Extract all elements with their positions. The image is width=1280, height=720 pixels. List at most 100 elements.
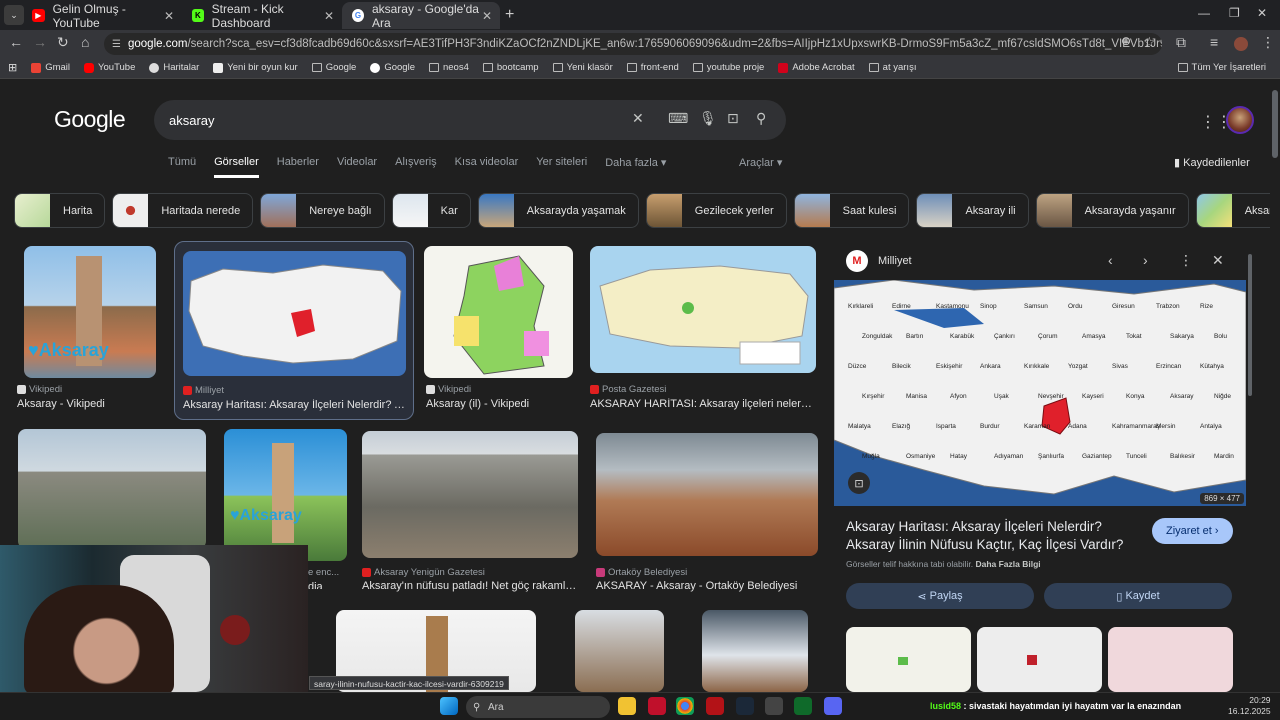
related-image[interactable] (977, 627, 1102, 692)
bookmark-folder-new[interactable]: Yeni klasör (552, 62, 613, 73)
bookmark-acrobat[interactable]: Adobe Acrobat (778, 62, 855, 73)
previous-icon[interactable]: ‹ (1108, 252, 1113, 268)
bookmark-maps[interactable]: Haritalar (149, 62, 199, 73)
taskbar-search[interactable]: ⚲ Ara (466, 696, 610, 718)
back-icon[interactable]: ← (9, 34, 23, 50)
bookmark-youtube[interactable]: YouTube (84, 62, 135, 73)
account-avatar[interactable] (1226, 106, 1254, 134)
steam-icon[interactable] (736, 697, 754, 715)
image-result[interactable]: Aksaray Yenigün Gazetesi Aksaray'ın nüfu… (362, 431, 578, 596)
panel-scrollbar[interactable] (1248, 254, 1252, 396)
bookmark-folder-google[interactable]: Google (311, 62, 356, 73)
address-bar[interactable]: ☰ google.com/search?sca_esv=cf3d8fcadb69… (104, 33, 1162, 55)
image-result[interactable] (702, 610, 808, 692)
result-title[interactable]: dia (308, 581, 346, 589)
media-icon[interactable]: ≡ (1210, 34, 1218, 50)
microphone-icon[interactable]: 🎙 (699, 110, 717, 127)
windows-start-icon[interactable] (440, 697, 458, 715)
image-result[interactable]: ♥Aksaray Vikipedi Aksaray - Vikipedi (17, 246, 162, 412)
bookmark-folder-neos4[interactable]: neos4 (428, 62, 469, 73)
more-options-icon[interactable]: ⋮ (1179, 252, 1193, 269)
bookmark-folder-frontend[interactable]: front-end (626, 62, 679, 73)
bookmark-star-icon[interactable]: ☆ (1143, 34, 1156, 51)
acrobat-icon[interactable] (648, 697, 666, 715)
new-tab-icon[interactable]: + (505, 6, 514, 24)
result-title[interactable]: Aksaray Haritası: Aksaray İlçeleri Neler… (183, 399, 407, 411)
search-input[interactable]: aksaray ✕ ⌨ 🎙 ⊡ ⚲ (154, 100, 786, 140)
saved-button[interactable]: ▮ Kaydedilenler (1174, 156, 1250, 169)
tab-places[interactable]: Yer siteleri (536, 156, 587, 176)
tab-news[interactable]: Haberler (277, 156, 319, 176)
close-window-icon[interactable]: ✕ (1257, 6, 1267, 20)
page-scrollbar[interactable] (1272, 90, 1278, 158)
next-icon[interactable]: › (1143, 252, 1148, 268)
restore-icon[interactable]: ❐ (1229, 6, 1240, 20)
tab-images[interactable]: Görseller (214, 156, 259, 178)
obs-icon[interactable] (765, 697, 783, 715)
result-title[interactable]: Aksaray'ın nüfusu patladı! Net göç rakam… (362, 580, 578, 592)
menu-icon[interactable]: ⋮ (1261, 34, 1275, 51)
zoom-icon[interactable]: ⊕ (1121, 34, 1131, 48)
extensions-icon[interactable]: ⧉ (1176, 34, 1186, 51)
tab-youtube[interactable]: ▶ Gelin Olmuş - YouTube ✕ (22, 2, 182, 30)
bookmark-google[interactable]: Google (370, 62, 415, 73)
result-title[interactable]: Aksaray (il) - Vikipedi (426, 398, 576, 410)
result-title[interactable]: AKSARAY HARİTASI: Aksaray ilçeleri neler… (590, 398, 816, 410)
related-image[interactable] (1108, 627, 1233, 692)
forward-icon[interactable]: → (33, 34, 47, 50)
site-info-icon[interactable]: ☰ (112, 39, 121, 50)
result-title[interactable]: Aksaray - Vikipedi (17, 398, 162, 410)
tab-all[interactable]: Tümü (168, 156, 196, 176)
close-tab-icon[interactable]: ✕ (324, 9, 334, 23)
apps-grid-icon[interactable]: ⊞ (8, 61, 17, 74)
search-icon[interactable]: ⚲ (756, 110, 766, 127)
chip[interactable]: Gezilecek yerler (645, 193, 787, 228)
tab-kick[interactable]: K Stream - Kick Dashboard ✕ (182, 2, 342, 30)
bookmark-folder-youtube[interactable]: youtube proje (692, 62, 764, 73)
image-result[interactable] (575, 610, 664, 692)
close-panel-icon[interactable]: ✕ (1212, 252, 1224, 269)
tab-google[interactable]: G aksaray - Google'da Ara ✕ (342, 2, 500, 30)
bookmark-folder-race[interactable]: at yarışı (868, 62, 916, 73)
chip[interactable]: Haritada nerede (112, 193, 254, 228)
app-icon[interactable] (706, 697, 724, 715)
google-logo[interactable]: Google (54, 106, 126, 133)
chrome-icon[interactable] (676, 697, 694, 715)
related-image[interactable] (846, 627, 971, 692)
tab-short-videos[interactable]: Kısa videolar (455, 156, 519, 176)
tab-shopping[interactable]: Alışveriş (395, 156, 437, 176)
profile-avatar[interactable] (1234, 37, 1248, 51)
system-clock[interactable]: 20:29 16.12.2025 (1228, 695, 1271, 717)
image-result[interactable] (18, 429, 206, 549)
share-button[interactable]: ⋖ Paylaş (846, 583, 1034, 609)
image-result-selected[interactable]: Milliyet Aksaray Haritası: Aksaray İlçel… (174, 241, 414, 420)
file-explorer-icon[interactable] (618, 697, 636, 715)
chip[interactable]: Aksarayda yaşamak (477, 193, 639, 228)
chip[interactable]: Aksarayda yaşanır (1035, 193, 1189, 228)
chip[interactable]: Aksaray ilçeleri (1195, 193, 1270, 228)
tab-videos[interactable]: Videolar (337, 156, 377, 176)
kick-icon[interactable] (794, 697, 812, 715)
close-tab-icon[interactable]: ✕ (482, 9, 492, 23)
close-tab-icon[interactable]: ✕ (164, 9, 174, 23)
result-title[interactable]: AKSARAY - Aksaray - Ortaköy Belediyesi (596, 580, 818, 592)
chip[interactable]: Saat kulesi (793, 193, 910, 228)
lens-search-icon[interactable]: ⊡ (848, 472, 870, 494)
keyboard-icon[interactable]: ⌨ (668, 110, 688, 127)
chip[interactable]: Aksaray ili (916, 193, 1029, 228)
clear-icon[interactable]: ✕ (632, 110, 644, 127)
visit-button[interactable]: Ziyaret et › (1152, 518, 1233, 544)
image-result[interactable]: Posta Gazetesi AKSARAY HARİTASI: Aksaray… (590, 246, 818, 412)
bookmark-gmail[interactable]: Gmail (31, 62, 70, 73)
lens-icon[interactable]: ⊡ (727, 110, 739, 127)
image-result[interactable]: Ortaköy Belediyesi AKSARAY - Aksaray - O… (596, 433, 818, 596)
panel-source[interactable]: M Milliyet (846, 250, 912, 272)
panel-title[interactable]: Aksaray Haritası: Aksaray İlçeleri Neler… (846, 518, 1136, 554)
save-button[interactable]: ▯ Kaydet (1044, 583, 1232, 609)
tab-more[interactable]: Daha fazla ▾ (605, 156, 666, 176)
learn-more-link[interactable]: Daha Fazla Bilgi (975, 559, 1040, 569)
chip[interactable]: Kar (391, 193, 471, 228)
tools-button[interactable]: Araçlar ▾ (739, 156, 782, 169)
all-bookmarks[interactable]: Tüm Yer İşaretleri (1177, 62, 1266, 73)
bookmark-game[interactable]: Yeni bir oyun kur (213, 62, 298, 73)
